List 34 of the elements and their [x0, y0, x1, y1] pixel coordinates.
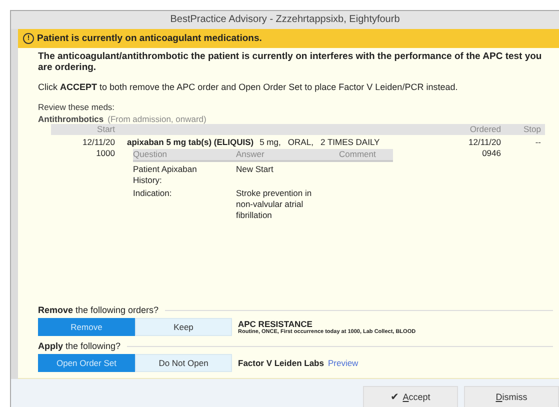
- column-header: Answer: [236, 149, 266, 160]
- toggle-button[interactable]: Do Not Open: [135, 354, 232, 372]
- medication-details: 5 mg, ORAL, 2 TIMES DAILY: [260, 137, 380, 148]
- column-header: Stop: [522, 124, 542, 135]
- table-cell-text: New Start: [236, 164, 274, 176]
- table-cell-text: Patient Apixaban History:: [133, 164, 198, 186]
- table-cell-text: --: [534, 137, 542, 149]
- alert-message: The anticoagulant/antithrombotic the patient is currently on interferes with the performance of the APC test you are ordering.: [38, 51, 543, 73]
- table-cell: 12/11/20: [82, 137, 115, 148]
- section-heading: Apply the following?: [38, 341, 121, 351]
- order-set-name: Factor V Leiden Labs: [238, 358, 324, 368]
- medication-name: apixaban 5 mg tab(s) (ELIQUIS): [127, 137, 254, 148]
- accept-button[interactable]: ✔ Accept: [363, 386, 458, 407]
- instruction-text: Click ACCEPT to both remove the APC order and Open Order Set to place Factor V Leiden/PCR instead.: [38, 82, 459, 92]
- table-cell-text: Indication:: [133, 188, 173, 200]
- table-cell: 12/11/20: [468, 137, 501, 148]
- review-label: Review these meds:: [38, 102, 116, 112]
- med-group-name: Antithrombotics: [38, 114, 104, 124]
- toggle-button[interactable]: Keep: [135, 318, 232, 336]
- table-cell-text: Stroke prevention in non-valvular atrial fibrillation: [236, 188, 313, 221]
- column-header: Question: [133, 149, 168, 160]
- order-name: APC RESISTANCE: [238, 319, 314, 329]
- med-group-note: (From admission, onward): [108, 114, 206, 124]
- dismiss-button[interactable]: Dismiss: [464, 386, 559, 407]
- column-header: Comment: [339, 149, 377, 160]
- checkmark-icon: ✔: [390, 391, 399, 403]
- column-header: Start: [96, 124, 115, 135]
- column-header: Ordered: [468, 124, 501, 135]
- alert-title: Patient is currently on anticoagulant medications.: [37, 33, 262, 44]
- table-cell: 1000: [96, 148, 115, 159]
- window-title: BestPractice Advisory - Zzzehrtappsixb, Eightyfourb: [11, 11, 559, 29]
- section-heading: Remove the following orders?: [38, 305, 159, 315]
- table-cell: 0946: [482, 148, 501, 159]
- preview-link[interactable]: Preview: [328, 358, 358, 368]
